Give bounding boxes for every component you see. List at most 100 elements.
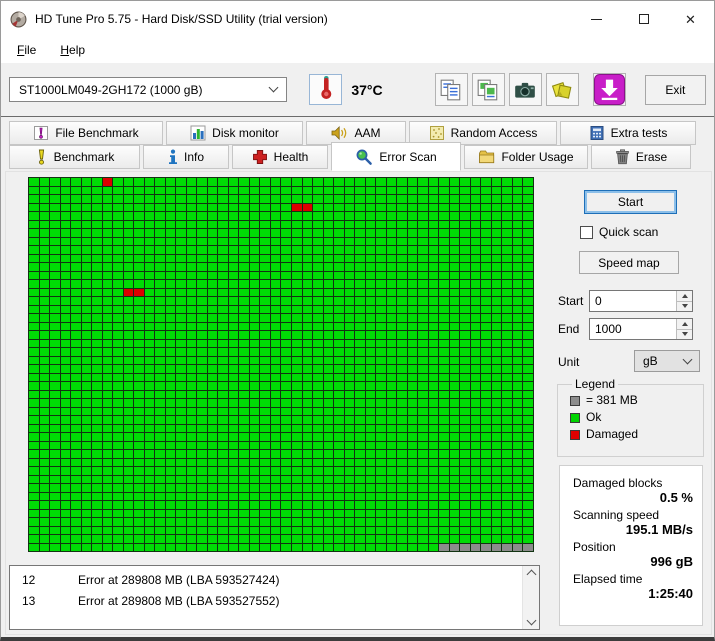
scan-block — [355, 433, 365, 441]
start-scan-button[interactable]: Start — [584, 190, 677, 214]
tab-health[interactable]: Health — [232, 145, 328, 169]
spin-up-button[interactable] — [677, 291, 692, 301]
spin-up-button[interactable] — [677, 319, 692, 329]
scan-block — [439, 280, 449, 288]
scan-block — [176, 408, 186, 416]
scan-block — [429, 510, 439, 518]
scan-block — [155, 484, 165, 492]
scan-block — [197, 212, 207, 220]
scan-block — [376, 357, 386, 365]
scan-block — [197, 527, 207, 535]
scan-block — [155, 467, 165, 475]
spin-down-button[interactable] — [677, 329, 692, 340]
scan-block — [250, 374, 260, 382]
unit-field-label: Unit — [558, 355, 579, 369]
error-log-list[interactable]: 12Error at 289808 MB (LBA 593527424)13Er… — [9, 565, 540, 630]
scan-block — [303, 221, 313, 229]
scan-block — [303, 314, 313, 322]
scan-block — [366, 382, 376, 390]
error-log-row[interactable]: 13Error at 289808 MB (LBA 593527552) — [10, 591, 539, 612]
scan-block — [145, 501, 155, 509]
tab-erase[interactable]: Erase — [591, 145, 691, 169]
close-button[interactable]: ✕ — [667, 1, 714, 37]
scan-block — [155, 544, 165, 552]
scroll-up-icon[interactable] — [526, 570, 536, 580]
drive-select[interactable]: ST1000LM049-2GH172 (1000 gB) — [9, 77, 287, 102]
copy-image-button[interactable] — [472, 73, 505, 106]
scan-block — [429, 518, 439, 526]
scan-block — [523, 178, 533, 186]
tab-benchmark[interactable]: Benchmark — [9, 145, 140, 169]
scan-block — [408, 382, 418, 390]
scan-block — [124, 357, 134, 365]
scan-block — [481, 433, 491, 441]
start-input[interactable] — [590, 291, 676, 311]
scan-block — [418, 238, 428, 246]
scan-block — [303, 467, 313, 475]
scan-block — [29, 348, 39, 356]
scan-block — [187, 408, 197, 416]
scan-block — [439, 459, 449, 467]
scan-block — [61, 314, 71, 322]
scan-block — [208, 280, 218, 288]
scan-block — [345, 348, 355, 356]
notes-button[interactable] — [546, 73, 579, 106]
menu-file[interactable]: File — [5, 40, 48, 60]
scan-block — [197, 433, 207, 441]
copy-text-button[interactable] — [435, 73, 468, 106]
scan-block — [50, 510, 60, 518]
scan-block — [460, 212, 470, 220]
scan-block — [460, 263, 470, 271]
error-log-row[interactable]: 12Error at 289808 MB (LBA 593527424) — [10, 570, 539, 591]
scan-block — [313, 314, 323, 322]
tab-folder-usage[interactable]: Folder Usage — [464, 145, 588, 169]
scan-block — [313, 535, 323, 543]
scan-block — [103, 527, 113, 535]
scan-block — [197, 382, 207, 390]
temperature-button[interactable] — [309, 74, 343, 105]
speed-map-button[interactable]: Speed map — [579, 251, 679, 274]
quick-scan-checkbox[interactable] — [580, 226, 593, 239]
exit-button[interactable]: Exit — [645, 75, 706, 105]
tab-extra-tests[interactable]: Extra tests — [560, 121, 696, 145]
menu-help[interactable]: Help — [48, 40, 97, 60]
tab-error-scan[interactable]: Error Scan — [331, 142, 461, 171]
scan-block — [292, 382, 302, 390]
scan-block — [134, 289, 144, 297]
scan-block — [460, 340, 470, 348]
spin-down-button[interactable] — [677, 301, 692, 312]
minimize-button[interactable] — [573, 1, 620, 37]
scan-block — [239, 204, 249, 212]
tab-disk-monitor[interactable]: Disk monitor — [166, 121, 303, 145]
camera-icon — [513, 78, 537, 102]
maximize-button[interactable] — [620, 1, 667, 37]
scan-block — [281, 331, 291, 339]
scan-block — [82, 442, 92, 450]
scan-block — [145, 484, 155, 492]
end-input[interactable] — [590, 319, 676, 339]
scan-block — [166, 348, 176, 356]
scan-block — [92, 544, 102, 552]
scan-block — [155, 408, 165, 416]
scan-block — [218, 314, 228, 322]
scan-block — [429, 204, 439, 212]
scan-block — [187, 484, 197, 492]
scroll-down-icon[interactable] — [526, 616, 536, 626]
scan-block — [145, 187, 155, 195]
scan-block — [124, 493, 134, 501]
scan-block — [481, 238, 491, 246]
save-results-button[interactable] — [593, 73, 626, 106]
scan-block — [418, 331, 428, 339]
scan-block — [134, 484, 144, 492]
scan-block — [197, 238, 207, 246]
screenshot-button[interactable] — [509, 73, 542, 106]
scan-block — [303, 476, 313, 484]
scan-block — [502, 331, 512, 339]
tab-info[interactable]: Info — [143, 145, 229, 169]
scan-block — [260, 510, 270, 518]
error-log-scrollbar[interactable] — [522, 566, 539, 629]
scan-block — [502, 501, 512, 509]
scan-block — [303, 391, 313, 399]
unit-select[interactable]: gB — [634, 350, 700, 372]
tab-file-benchmark[interactable]: File Benchmark — [9, 121, 163, 145]
